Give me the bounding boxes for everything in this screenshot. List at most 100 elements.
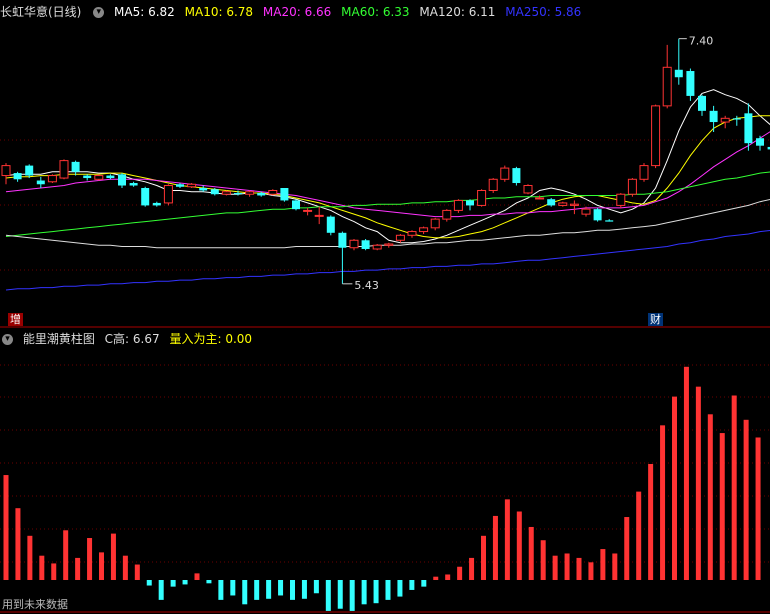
indicator-bar xyxy=(421,580,427,587)
indicator-bar xyxy=(516,511,522,580)
indicator-bar xyxy=(660,425,666,580)
indicator-bar xyxy=(683,366,689,580)
high-marker-label: 7.40 xyxy=(689,35,714,48)
indicator-bar xyxy=(695,386,701,580)
ma60-label: MA60: 6.33 xyxy=(341,5,410,19)
candle-body-up xyxy=(187,183,197,188)
indicator-bar xyxy=(15,508,21,580)
ma-line-ma120 xyxy=(5,199,770,249)
candle-body-down xyxy=(593,209,602,221)
indicator-bar xyxy=(576,557,582,580)
candle-body-up xyxy=(419,227,429,233)
candle-body-up xyxy=(221,191,231,195)
candle-body-down xyxy=(732,118,741,120)
candle-body-up xyxy=(500,167,510,180)
indicator-bar xyxy=(218,580,224,600)
candle-body-down xyxy=(118,174,126,186)
indicator-bar xyxy=(349,580,355,611)
indicator-bar xyxy=(755,437,761,580)
indicator-bar xyxy=(636,491,642,580)
chart-canvas: 7.40 5.43 xyxy=(0,35,770,613)
candle-body-up xyxy=(616,193,626,206)
candle-body-down xyxy=(129,183,138,186)
indicator-bar xyxy=(397,580,403,597)
candle-body-up xyxy=(314,214,324,217)
candle-body-up xyxy=(535,197,545,200)
indicator-bar xyxy=(564,553,570,580)
indicator-bar xyxy=(528,526,534,580)
candle-body-up xyxy=(303,209,313,212)
indicator-bars xyxy=(3,366,761,611)
candle-body-down xyxy=(257,192,266,196)
indicator-title: 能里潮黄柱图 xyxy=(22,332,95,346)
indicator-c-high: C高: 6.67 xyxy=(104,332,160,346)
indicator-bar xyxy=(206,580,212,584)
indicator-bar xyxy=(707,414,713,580)
indicator-bar xyxy=(242,580,248,605)
candle-body-up xyxy=(349,239,359,249)
candle-body-up xyxy=(1,165,11,177)
candle-body-up xyxy=(245,191,255,195)
indicator-settings-icon[interactable]: ▾ xyxy=(2,334,13,345)
settings-circle-icon[interactable]: ▾ xyxy=(93,7,105,18)
candle-body-up xyxy=(581,208,591,215)
candle-body-up xyxy=(569,203,579,206)
indicator-bar xyxy=(110,533,116,580)
indicator-bar xyxy=(75,557,81,580)
candle-body-down xyxy=(674,69,683,78)
indicator-bar xyxy=(158,580,164,600)
indicator-bar xyxy=(552,555,558,580)
indicator-bar xyxy=(290,580,295,600)
candle-body-down xyxy=(547,199,556,206)
candle-body-up xyxy=(477,189,487,206)
candle-body-up xyxy=(47,175,57,183)
indicator-bar xyxy=(492,515,498,580)
candle-body-up xyxy=(268,189,278,195)
candle-body-down xyxy=(13,173,22,180)
indicator-bar xyxy=(445,574,451,580)
indicator-bar xyxy=(63,530,69,580)
candle-body-down xyxy=(36,180,45,185)
ma20-label: MA20: 6.66 xyxy=(262,5,332,19)
candle-body-down xyxy=(176,184,184,187)
indicator-bar xyxy=(469,557,475,580)
indicator-bar xyxy=(182,580,188,585)
indicator-bar xyxy=(731,395,737,580)
indicator-bar xyxy=(612,553,618,580)
candle-body-up xyxy=(558,202,568,206)
indicator-bar xyxy=(254,580,260,600)
candle-body-down xyxy=(199,188,208,191)
candle-body-down xyxy=(605,220,614,222)
candle-body-down xyxy=(25,165,34,176)
ma250-label: MA250: 5.86 xyxy=(505,5,582,19)
indicator-bar xyxy=(230,580,236,596)
candle-body-down xyxy=(106,175,115,179)
low-marker-label: 5.43 xyxy=(354,279,379,292)
ma10-label: MA10: 6.78 xyxy=(184,5,254,19)
indicator-bar xyxy=(146,580,152,586)
candle-body-down xyxy=(210,189,219,195)
candle-body-up xyxy=(720,117,730,123)
candle-body-down xyxy=(83,175,92,179)
candle-body-down xyxy=(709,110,718,123)
candle-body-down xyxy=(292,200,300,210)
candle-body-up xyxy=(59,160,69,179)
candle-body-down xyxy=(361,240,370,249)
candle-body-up xyxy=(372,244,382,250)
indicator-bar xyxy=(719,433,725,580)
indicator-bar xyxy=(266,580,272,599)
candle-body-down xyxy=(280,188,289,201)
indicator-bar xyxy=(588,562,594,580)
indicator-bar xyxy=(457,566,463,580)
indicator-bar xyxy=(743,419,749,580)
candle-body-down xyxy=(512,168,521,184)
indicator-legend: ▾ 能里潮黄柱图 C高: 6.67 量入为主: 0.00 xyxy=(0,329,258,349)
indicator-bar xyxy=(361,580,367,605)
stock-title: 长虹华意(日线) xyxy=(0,5,82,19)
candle-body-down xyxy=(152,202,161,206)
tag-right: 财 xyxy=(648,313,663,326)
indicator-bar xyxy=(325,580,331,611)
candle-body-up xyxy=(430,218,440,229)
candle-body-down xyxy=(234,192,242,195)
indicator-bar xyxy=(504,499,510,580)
